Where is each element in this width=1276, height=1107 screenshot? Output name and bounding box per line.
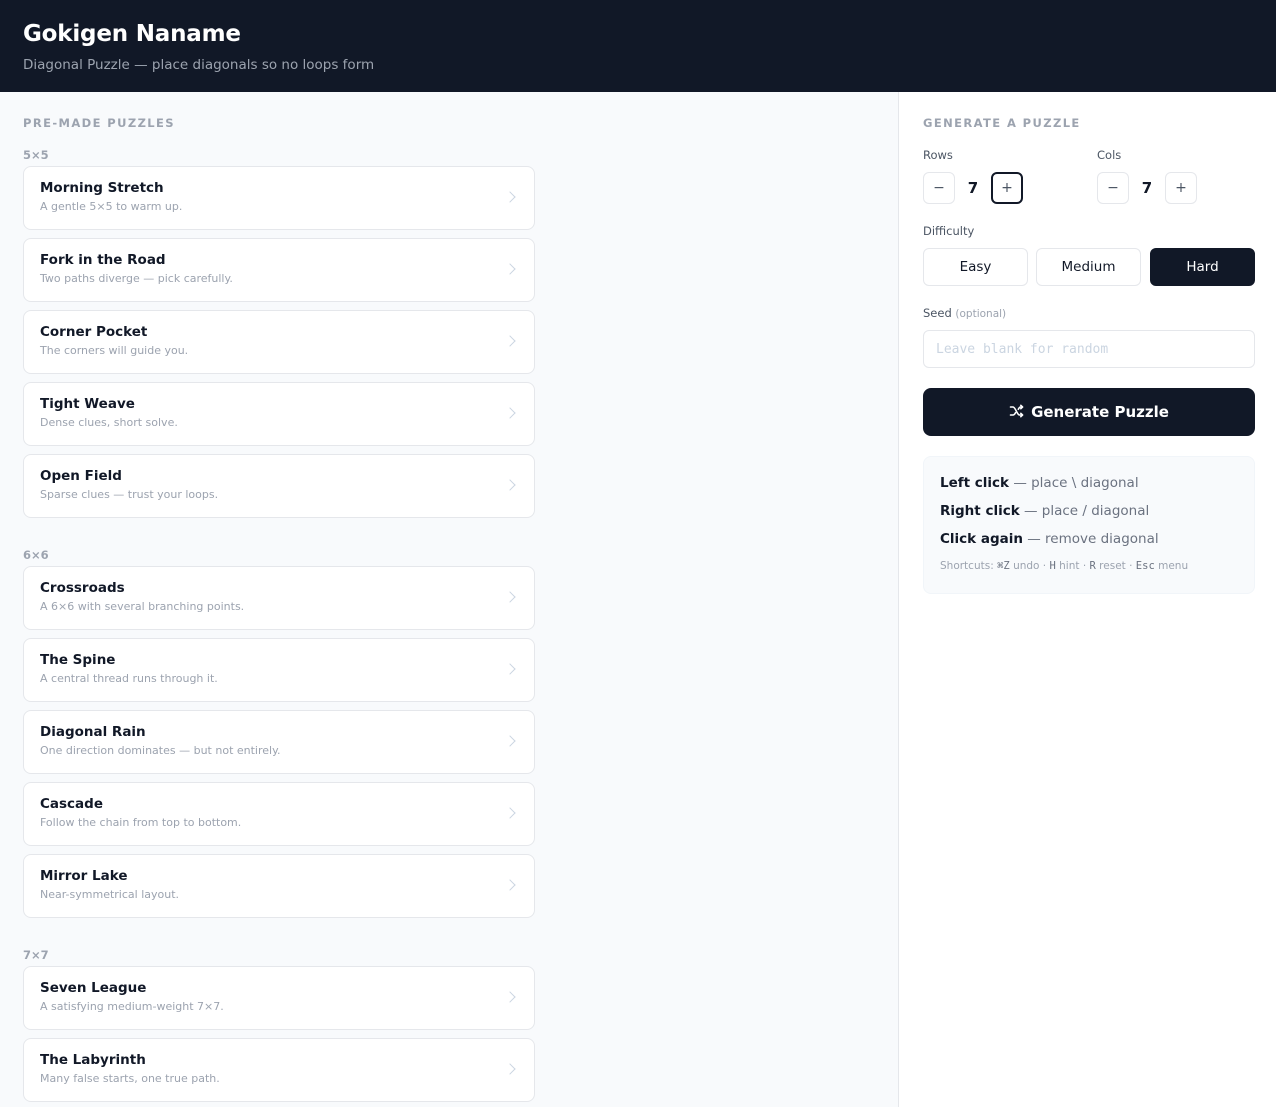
puzzle-desc: Two paths diverge — pick carefully. — [40, 272, 233, 285]
puzzle-desc: A 6×6 with several branching points. — [40, 600, 245, 613]
puzzle-group-7x7: 7×7 Seven League A satisfying medium-wei… — [23, 949, 535, 1107]
puzzle-desc: Dense clues, short solve. — [40, 416, 178, 429]
puzzle-title: Crossroads — [40, 580, 125, 596]
help-text: — place \ diagonal — [1009, 475, 1139, 491]
rows-decrement-button[interactable]: − — [923, 172, 955, 204]
premade-section-title: PRE-MADE PUZZLES — [23, 116, 175, 130]
shortcuts-prefix: Shortcuts: — [940, 560, 998, 572]
puzzle-card[interactable]: Seven League A satisfying medium-weight … — [23, 966, 535, 1030]
puzzle-desc: Sparse clues — trust your loops. — [40, 488, 219, 501]
help-key: Right click — [940, 503, 1020, 519]
difficulty-hard-button[interactable]: Hard — [1150, 248, 1255, 286]
help-key: Click again — [940, 531, 1023, 547]
puzzle-desc: A gentle 5×5 to warm up. — [40, 200, 183, 213]
seed-label-text: Seed — [923, 306, 952, 320]
rows-increment-button[interactable]: + — [991, 172, 1023, 204]
puzzle-group-5x5: 5×5 Morning Stretch A gentle 5×5 to warm… — [23, 149, 535, 526]
seed-label: Seed (optional) — [923, 306, 1006, 320]
puzzle-card[interactable]: The Spine A central thread runs through … — [23, 638, 535, 702]
puzzle-card[interactable]: Mirror Lake Near-symmetrical layout. — [23, 854, 535, 918]
puzzle-desc: Near-symmetrical layout. — [40, 888, 180, 901]
puzzle-title: The Labyrinth — [40, 1052, 146, 1068]
puzzle-title: The Spine — [40, 652, 116, 668]
puzzle-card[interactable]: Diagonal Rain One direction dominates — … — [23, 710, 535, 774]
puzzle-card[interactable]: Fork in the Road Two paths diverge — pic… — [23, 238, 535, 302]
difficulty-easy-button[interactable]: Easy — [923, 248, 1028, 286]
help-left-click: Left click — place \ diagonal — [940, 474, 1238, 492]
puzzle-title: Corner Pocket — [40, 324, 148, 340]
shortcut-text: undo · — [1009, 560, 1050, 572]
shortcuts-line: Shortcuts: ⌘Z undo · H hint · R reset · … — [940, 560, 1238, 572]
puzzle-card[interactable]: Open Field Sparse clues — trust your loo… — [23, 454, 535, 518]
difficulty-medium-button[interactable]: Medium — [1036, 248, 1141, 286]
group-label: 7×7 — [23, 948, 49, 962]
group-label: 6×6 — [23, 548, 49, 562]
puzzle-title: Mirror Lake — [40, 868, 128, 884]
menu-key: Esc — [1135, 560, 1155, 572]
controls-help: Left click — place \ diagonal Right clic… — [923, 456, 1255, 594]
premade-panel: PRE-MADE PUZZLES 5×5 Morning Stretch A g… — [0, 92, 898, 1107]
cols-decrement-button[interactable]: − — [1097, 172, 1129, 204]
rows-stepper: − 7 + — [923, 172, 1053, 204]
help-text: — remove diagonal — [1022, 531, 1159, 547]
generator-section-title: GENERATE A PUZZLE — [923, 116, 1081, 130]
cols-label: Cols — [1097, 148, 1122, 162]
difficulty-label: Difficulty — [923, 224, 975, 238]
puzzle-desc: One direction dominates — but not entire… — [40, 744, 281, 757]
help-click-again: Click again — remove diagonal — [940, 530, 1238, 548]
cols-value: 7 — [1141, 179, 1153, 197]
puzzle-card[interactable]: Corner Pocket The corners will guide you… — [23, 310, 535, 374]
help-key: Left click — [940, 475, 1010, 491]
puzzle-desc: A satisfying medium-weight 7×7. — [40, 1000, 224, 1013]
puzzle-desc: A central thread runs through it. — [40, 672, 218, 685]
shortcut-text: hint · — [1055, 560, 1090, 572]
rows-value: 7 — [967, 179, 979, 197]
puzzle-title: Tight Weave — [40, 396, 135, 412]
seed-input[interactable] — [923, 330, 1255, 368]
puzzle-card[interactable]: The Labyrinth Many false starts, one tru… — [23, 1038, 535, 1102]
puzzle-title: Fork in the Road — [40, 252, 166, 268]
help-right-click: Right click — place / diagonal — [940, 502, 1238, 520]
seed-optional-note: (optional) — [955, 308, 1007, 320]
puzzle-card[interactable]: Crossroads A 6×6 with several branching … — [23, 566, 535, 630]
generate-button-label: Generate Puzzle — [1031, 403, 1169, 421]
shortcut-text: menu — [1154, 560, 1189, 572]
app-title: Gokigen Naname — [23, 21, 241, 47]
help-text: — place / diagonal — [1019, 503, 1150, 519]
cols-stepper: − 7 + — [1097, 172, 1227, 204]
puzzle-title: Cascade — [40, 796, 103, 812]
puzzle-title: Open Field — [40, 468, 122, 484]
cols-increment-button[interactable]: + — [1165, 172, 1197, 204]
group-label: 5×5 — [23, 148, 49, 162]
puzzle-title: Diagonal Rain — [40, 724, 146, 740]
puzzle-card[interactable]: Morning Stretch A gentle 5×5 to warm up. — [23, 166, 535, 230]
puzzle-desc: The corners will guide you. — [40, 344, 189, 357]
puzzle-card[interactable]: Cascade Follow the chain from top to bot… — [23, 782, 535, 846]
generate-puzzle-button[interactable]: Generate Puzzle — [923, 388, 1255, 436]
shortcut-text: reset · — [1095, 560, 1136, 572]
puzzle-title: Morning Stretch — [40, 180, 164, 196]
app-subtitle: Diagonal Puzzle — place diagonals so no … — [23, 57, 375, 73]
app-header: Gokigen Naname Diagonal Puzzle — place d… — [0, 0, 1276, 92]
puzzle-desc: Follow the chain from top to bottom. — [40, 816, 242, 829]
undo-key: ⌘Z — [997, 560, 1010, 572]
puzzle-desc: Many false starts, one true path. — [40, 1072, 220, 1085]
puzzle-card[interactable]: Tight Weave Dense clues, short solve. — [23, 382, 535, 446]
shuffle-icon — [1009, 404, 1024, 418]
puzzle-group-6x6: 6×6 Crossroads A 6×6 with several branch… — [23, 549, 535, 926]
rows-label: Rows — [923, 148, 953, 162]
generator-panel: GENERATE A PUZZLE Rows − 7 + Cols − 7 + … — [898, 92, 1276, 1107]
puzzle-title: Seven League — [40, 980, 147, 996]
